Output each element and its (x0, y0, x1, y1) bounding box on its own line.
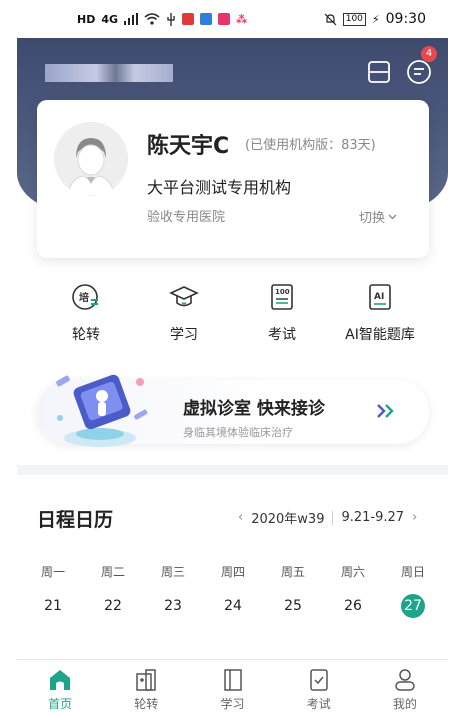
weekday-header-row: 周一 周二 周三 周四 周五 周六 周日 (23, 563, 443, 580)
app-notification-icon-2 (200, 13, 213, 25)
status-right: 100 ⚡ 09:30 (324, 11, 426, 27)
quick-label-rotation: 轮转 (72, 327, 100, 343)
calendar-day-cell[interactable]: 21 (23, 594, 83, 618)
exam-paper-icon: 100 (271, 284, 293, 310)
calendar-title: 日程日历 (37, 509, 114, 531)
calendar-day-cell[interactable]: 26 (323, 594, 383, 618)
wifi-icon (144, 13, 160, 25)
usb-icon (167, 12, 175, 26)
quick-item-ai-bank[interactable]: AI AI智能题库 (331, 282, 429, 352)
network-label: HD (77, 12, 96, 26)
svg-text:AI: AI (374, 292, 384, 302)
quick-label-ai-bank: AI智能题库 (345, 327, 415, 343)
user-name: 陈天宇C (147, 134, 230, 159)
day-number-row: 21 22 23 24 25 26 27 (23, 594, 443, 618)
calendar-day-cell[interactable]: 25 (263, 594, 323, 618)
calendar-day: 25 (284, 598, 302, 614)
rotation-tab-icon (136, 669, 157, 691)
rotation-icon: 培 (72, 284, 98, 310)
virtual-clinic-illustration (56, 374, 148, 447)
prev-week-chevron-icon[interactable]: ‹ (238, 510, 243, 525)
week-nav-separator (332, 510, 334, 525)
signal-label: 4G (101, 12, 119, 26)
banner-subtitle: 身临其境体验临床治疗 (183, 426, 293, 439)
scan-icon[interactable] (367, 60, 391, 84)
calendar-day: 26 (344, 598, 362, 614)
weekday-label: 周三 (160, 565, 185, 579)
week-navigator: ‹ 2020年w39 9.21-9.27 › (238, 508, 417, 527)
status-left: HD 4G ⁂ (77, 12, 248, 26)
quick-item-rotation[interactable]: 培 轮转 (37, 282, 135, 352)
app-screen: HD 4G ⁂ 100 ⚡ 09:30 4 陈天宇C (已使用机构版：83天) … (0, 0, 463, 715)
tab-study-label: 学习 (220, 697, 245, 711)
next-week-chevron-icon[interactable]: › (412, 510, 417, 525)
tab-home-label: 首页 (48, 697, 73, 711)
quick-item-exam[interactable]: 100 考试 (233, 282, 331, 352)
calendar-day: 23 (164, 598, 182, 614)
message-icon[interactable] (405, 58, 433, 86)
weekday-label: 周五 (280, 565, 305, 579)
tab-rotation-label: 轮转 (134, 697, 159, 711)
book-icon (223, 669, 242, 691)
message-badge: 4 (421, 46, 437, 62)
subscription-status: (已使用机构版：83天) (245, 138, 376, 153)
charging-icon: ⚡ (371, 12, 380, 26)
week-range: 9.21-9.27 (341, 510, 405, 525)
quick-label-study: 学习 (170, 327, 198, 343)
calendar-day: 21 (44, 598, 62, 614)
quick-menu: 培 轮转 学习 100 考试 AI AI智能题库 (37, 282, 429, 352)
calendar-day-cell-today[interactable]: 27 (383, 594, 443, 618)
clock: 09:30 (385, 11, 426, 27)
tab-study[interactable]: 学习 (189, 660, 275, 715)
calendar-day: 22 (104, 598, 122, 614)
weekday-label: 周日 (400, 565, 425, 579)
quick-item-study[interactable]: 学习 (135, 282, 233, 352)
app-notification-icon-1 (182, 13, 195, 25)
tab-home[interactable]: 首页 (17, 660, 103, 715)
tab-mine-label: 我的 (392, 697, 417, 711)
svg-text:培: 培 (79, 291, 89, 304)
profile-card: 陈天宇C (已使用机构版：83天) 大平台测试专用机构 验收专用医院 切换 (37, 100, 429, 258)
status-bar: HD 4G ⁂ 100 ⚡ 09:30 (17, 0, 448, 38)
weekday-label: 周一 (40, 565, 65, 579)
calendar-day-cell[interactable]: 23 (143, 594, 203, 618)
home-icon (50, 670, 71, 690)
bottom-navigation: 首页 轮转 学习 考试 我的 (17, 659, 448, 715)
calendar-day-today: 27 (401, 594, 425, 618)
quick-label-exam: 考试 (268, 327, 296, 343)
organization-name: 大平台测试专用机构 (147, 178, 292, 197)
calendar-day: 24 (224, 598, 242, 614)
mute-bell-icon (324, 13, 337, 25)
signal-icon (124, 13, 139, 25)
user-avatar-icon (54, 122, 128, 196)
switch-label: 切换 (359, 211, 386, 226)
battery-level: 100 (342, 12, 366, 26)
profile-icon (395, 669, 415, 691)
section-divider (17, 465, 448, 475)
app-notification-icon-3 (218, 13, 231, 25)
tab-mine[interactable]: 我的 (362, 660, 448, 715)
svg-text:100: 100 (275, 288, 290, 296)
app-notification-icon-4: ⁂ (236, 12, 248, 26)
avatar[interactable] (54, 122, 128, 196)
hospital-name: 验收专用医院 (147, 210, 226, 225)
tab-exam-label: 考试 (306, 697, 331, 711)
tab-rotation[interactable]: 轮转 (103, 660, 189, 715)
double-chevron-right-icon[interactable] (376, 403, 396, 419)
institution-logo (45, 64, 173, 82)
weekday-label: 周二 (100, 565, 125, 579)
banner-title: 虚拟诊室 快来接诊 (183, 399, 325, 419)
calendar-day-cell[interactable]: 22 (83, 594, 143, 618)
weekday-label: 周四 (220, 565, 245, 579)
tab-exam[interactable]: 考试 (276, 660, 362, 715)
exam-tab-icon (309, 669, 328, 691)
weekday-label: 周六 (340, 565, 365, 579)
week-label: 2020年w39 (251, 512, 325, 527)
switch-organization-button[interactable]: 切换 (359, 207, 397, 226)
calendar-day-cell[interactable]: 24 (203, 594, 263, 618)
ai-question-bank-icon: AI (369, 284, 391, 310)
chevron-down-icon (388, 214, 397, 219)
graduation-cap-icon (169, 286, 199, 307)
